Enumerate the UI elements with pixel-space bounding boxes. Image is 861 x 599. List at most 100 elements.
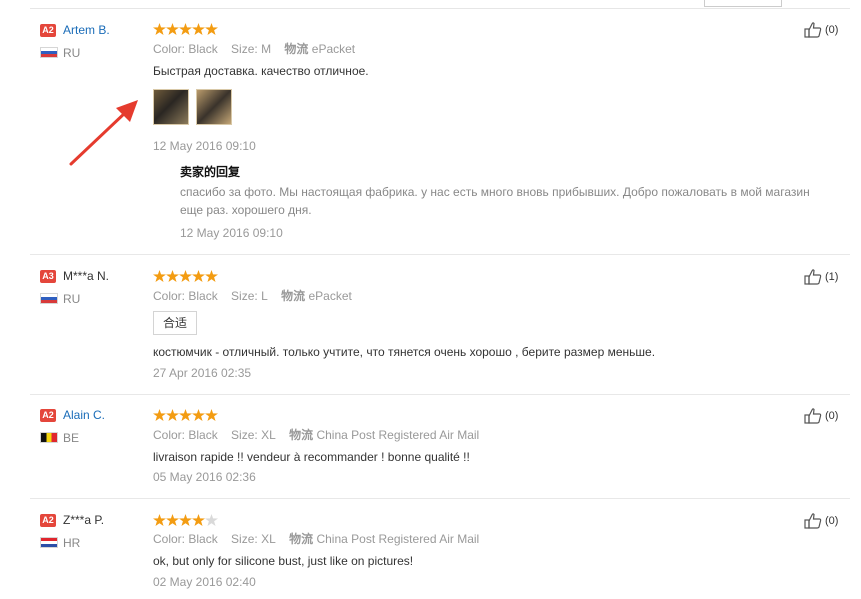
logistics-label: 物流 xyxy=(281,289,306,303)
thumbs-up-icon xyxy=(804,269,822,285)
country-flag-icon xyxy=(40,432,58,443)
color-label: Color: xyxy=(153,42,186,56)
helpful-button[interactable]: (0) xyxy=(804,22,838,38)
buyer-name-link[interactable]: Artem B. xyxy=(63,23,110,37)
buyer-name-link[interactable]: Alain C. xyxy=(63,408,105,422)
logistics-label: 物流 xyxy=(289,532,314,546)
order-attributes: Color: Black Size: XL 物流 China Post Regi… xyxy=(153,532,489,546)
logistics-label: 物流 xyxy=(284,42,309,56)
review-date: 27 Apr 2016 02:35 xyxy=(153,366,252,380)
country-code: RU xyxy=(63,46,81,60)
star-icon xyxy=(166,514,179,526)
star-icon xyxy=(179,270,192,282)
top-control-edge[interactable] xyxy=(704,0,782,7)
star-icon xyxy=(192,409,205,421)
star-icon xyxy=(192,514,205,526)
review-text: ok, but only for silicone bust, just lik… xyxy=(153,554,414,568)
logistics-value: China Post Registered Air Mail xyxy=(316,428,480,442)
thumbs-up-icon xyxy=(804,408,822,424)
country-flag-icon xyxy=(40,293,58,304)
color-label: Color: xyxy=(153,532,186,546)
review-separator xyxy=(30,394,850,395)
color-label: Color: xyxy=(153,289,186,303)
star-icon xyxy=(192,270,205,282)
review-date: 05 May 2016 02:36 xyxy=(153,470,256,484)
country-code: BE xyxy=(63,431,80,445)
logistics-label: 物流 xyxy=(289,428,314,442)
star-icon xyxy=(153,270,166,282)
helpful-button[interactable]: (0) xyxy=(804,513,838,529)
top-divider xyxy=(30,8,850,9)
helpful-button[interactable]: (1) xyxy=(804,269,838,285)
logistics-value: ePacket xyxy=(311,42,356,56)
country-code: RU xyxy=(63,292,81,306)
star-rating xyxy=(153,513,218,526)
seller-reply-date: 12 May 2016 09:10 xyxy=(180,226,283,240)
star-icon xyxy=(192,23,205,35)
seller-reply-text: спасибо за фото. Мы настоящая фабрика. у… xyxy=(180,185,810,217)
buyer-level-badge: A2 xyxy=(40,514,56,527)
logistics-value: ePacket xyxy=(308,289,352,303)
review-separator xyxy=(30,254,850,255)
helpful-button[interactable]: (0) xyxy=(804,408,838,424)
review-photo-thumbnail[interactable] xyxy=(196,89,232,125)
seller-reply-title: 卖家的回复 xyxy=(180,165,241,179)
review-photos xyxy=(153,89,243,125)
color-value: Black xyxy=(188,42,218,56)
star-icon xyxy=(179,514,192,526)
buyer-level-badge: A2 xyxy=(40,24,56,37)
helpful-count: (0) xyxy=(825,515,839,527)
helpful-count: (0) xyxy=(825,410,839,422)
star-icon xyxy=(205,409,218,421)
star-icon xyxy=(166,23,179,35)
size-label: Size: xyxy=(231,289,258,303)
review-date: 02 May 2016 02:40 xyxy=(153,575,256,589)
color-value: Black xyxy=(188,428,218,442)
buyer-level-badge: A3 xyxy=(40,270,56,283)
star-icon xyxy=(179,409,192,421)
country-flag-icon xyxy=(40,47,58,58)
color-value: Black xyxy=(188,289,218,303)
star-icon xyxy=(153,409,166,421)
order-attributes: Color: Black Size: XL 物流 China Post Regi… xyxy=(153,428,489,442)
size-value: L xyxy=(261,289,268,303)
country-flag-icon xyxy=(40,537,58,548)
size-label: Size: xyxy=(231,428,258,442)
color-value: Black xyxy=(188,532,218,546)
star-rating xyxy=(153,269,218,282)
size-label: Size: xyxy=(231,42,258,56)
review-text: livraison rapide !! vendeur à recommande… xyxy=(153,450,470,464)
review-text: Быстрая доставка. качество отличное. xyxy=(153,64,369,78)
country-code: HR xyxy=(63,536,81,550)
thumbs-up-icon xyxy=(804,22,822,38)
review-date: 12 May 2016 09:10 xyxy=(153,139,256,153)
star-icon xyxy=(205,270,218,282)
star-icon xyxy=(179,23,192,35)
star-rating xyxy=(153,408,218,421)
order-attributes: Color: Black Size: L 物流 ePacket xyxy=(153,289,362,303)
red-arrow-annotation xyxy=(69,100,138,166)
star-icon xyxy=(166,409,179,421)
star-icon xyxy=(166,270,179,282)
star-empty-icon xyxy=(205,514,218,526)
review-tag: 合适 xyxy=(153,311,198,335)
size-value: M xyxy=(261,42,272,56)
thumbs-up-icon xyxy=(804,513,822,529)
logistics-value: China Post Registered Air Mail xyxy=(316,532,480,546)
star-icon xyxy=(153,23,166,35)
size-value: XL xyxy=(261,532,276,546)
buyer-name: Z***a P. xyxy=(63,513,105,527)
size-label: Size: xyxy=(231,532,258,546)
size-value: XL xyxy=(261,428,276,442)
buyer-level-badge: A2 xyxy=(40,409,56,422)
review-text: костюмчик - отличный. только учтите, что… xyxy=(153,345,656,359)
helpful-count: (1) xyxy=(825,271,839,283)
star-icon xyxy=(153,514,166,526)
review-photo-thumbnail[interactable] xyxy=(153,89,189,125)
buyer-name: M***a N. xyxy=(63,269,110,283)
helpful-count: (0) xyxy=(825,24,839,36)
review-separator xyxy=(30,498,850,499)
star-icon xyxy=(205,23,218,35)
color-label: Color: xyxy=(153,428,186,442)
star-rating xyxy=(153,22,218,35)
